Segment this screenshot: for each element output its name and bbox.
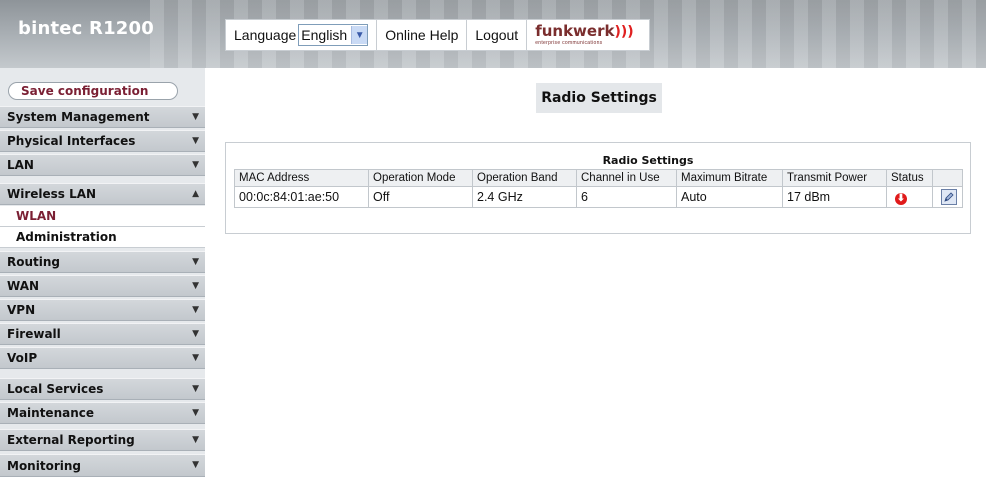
sidebar-item-label: Monitoring [7,458,81,473]
sidebar-item-label: WAN [7,279,40,293]
cell-transmit-power: 17 dBm [782,186,887,208]
language-selected-value: English [301,27,348,43]
cell-maximum-bitrate: Auto [676,186,783,208]
logout-link[interactable]: Logout [466,19,528,51]
sidebar-item-monitoring[interactable]: Monitoring ▼ [0,454,205,477]
chevron-down-icon: ▼ [192,460,199,470]
sidebar-item-system-management[interactable]: System Management ▼ [0,106,205,128]
sidebar-item-maintenance[interactable]: Maintenance ▼ [0,402,205,424]
chevron-down-icon: ▼ [192,435,199,445]
column-header-status: Status [886,169,933,187]
chevron-down-icon: ▼ [192,353,199,363]
language-box: Language English ▼ [225,19,378,51]
table-row: 00:0c:84:01:ae:50 Off 2.4 GHz 6 Auto 17 … [234,186,963,208]
chevron-down-icon: ▼ [192,257,199,267]
sidebar-item-wireless-lan[interactable]: Wireless LAN ▲ [0,183,205,205]
logo-subtitle: enterprise communications [535,39,603,46]
page-title: Radio Settings [536,83,662,113]
table-title: Radio Settings [602,154,694,167]
cell-operation-mode: Off [368,186,473,208]
cell-operation-band: 2.4 GHz [472,186,577,208]
sidebar-item-external-reporting[interactable]: External Reporting ▼ [0,429,205,451]
sidebar-item-label: Physical Interfaces [7,134,136,148]
cell-status: ⬇ [886,186,933,208]
chevron-down-icon: ▼ [192,305,199,315]
online-help-link[interactable]: Online Help [376,19,468,51]
down-arrow-red-icon: ⬇ [895,192,907,205]
chevron-up-icon: ▲ [192,189,199,199]
funkwerk-logo: funkwerk))) enterprise communications [526,19,651,51]
chevron-down-icon: ▼ [192,384,199,394]
radio-settings-panel: Radio Settings MAC Address Operation Mod… [225,142,971,234]
column-header-operation-mode: Operation Mode [368,169,473,187]
sidebar-item-local-services[interactable]: Local Services ▼ [0,378,205,400]
sidebar-item-label: Wireless LAN [7,187,97,201]
header-bar: bintec R1200 Language English ▼ Online H… [0,0,986,68]
sidebar-item-label: System Management [7,110,150,124]
sidebar-item-label: LAN [7,158,34,172]
sidebar-item-label: VoIP [7,351,38,365]
cell-action [932,186,963,208]
sidebar-subitem-wlan[interactable]: WLAN [0,206,205,227]
language-select[interactable]: English ▼ [298,24,369,46]
sidebar-item-label: Local Services [7,382,104,396]
sidebar-item-label: External Reporting [7,433,135,447]
sidebar-item-vpn[interactable]: VPN ▼ [0,299,205,321]
chevron-down-icon[interactable]: ▼ [351,26,368,44]
language-label: Language [234,27,297,43]
sidebar-item-label: Routing [7,255,61,269]
radio-settings-table: MAC Address Operation Mode Operation Ban… [234,169,963,208]
sidebar-item-lan[interactable]: LAN ▼ [0,154,205,176]
column-header-mac-address: MAC Address [234,169,369,187]
table-header-row: MAC Address Operation Mode Operation Ban… [234,169,963,187]
sidebar-item-label: Maintenance [7,406,95,420]
sidebar-item-physical-interfaces[interactable]: Physical Interfaces ▼ [0,130,205,152]
chevron-down-icon: ▼ [192,112,199,122]
edit-icon[interactable] [941,188,957,205]
column-header-operation-band: Operation Band [472,169,577,187]
chevron-down-icon: ▼ [192,329,199,339]
signal-waves-icon: ))) [614,23,634,40]
sidebar-item-firewall[interactable]: Firewall ▼ [0,323,205,345]
column-header-maximum-bitrate: Maximum Bitrate [676,169,783,187]
sidebar-subitem-administration[interactable]: Administration [0,227,205,248]
column-header-transmit-power: Transmit Power [782,169,887,187]
sidebar-item-wan[interactable]: WAN ▼ [0,275,205,297]
column-header-action [932,169,963,187]
sidebar-item-label: VPN [7,303,36,317]
sidebar-item-label: Firewall [7,327,61,341]
sidebar-item-voip[interactable]: VoIP ▼ [0,347,205,369]
chevron-down-icon: ▼ [192,160,199,170]
brand-title: bintec R1200 [18,18,154,39]
sidebar-item-routing[interactable]: Routing ▼ [0,251,205,273]
cell-channel-in-use: 6 [576,186,677,208]
logo-text: funkwerk [535,21,615,40]
chevron-down-icon: ▼ [192,136,199,146]
chevron-down-icon: ▼ [192,281,199,291]
save-configuration-button[interactable]: Save configuration [8,82,178,100]
chevron-down-icon: ▼ [192,408,199,418]
top-toolbar: Language English ▼ Online Help Logout fu… [225,10,651,60]
column-header-channel-in-use: Channel in Use [576,169,677,187]
cell-mac-address: 00:0c:84:01:ae:50 [234,186,369,208]
